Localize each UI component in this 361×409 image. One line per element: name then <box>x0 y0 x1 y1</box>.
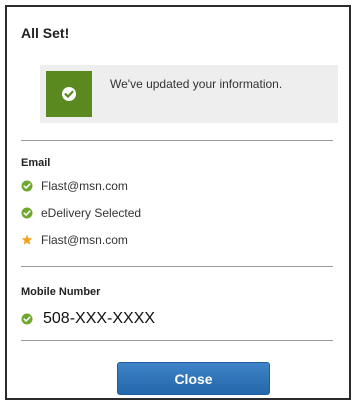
success-banner: We've updated your information. <box>40 65 338 123</box>
mobile-section-label: Mobile Number <box>21 286 101 298</box>
divider <box>21 266 333 267</box>
edelivery-status: eDelivery Selected <box>41 206 142 220</box>
check-icon <box>21 207 33 219</box>
close-button[interactable]: Close <box>117 362 270 395</box>
email-row: Flast@msn.com <box>21 179 128 193</box>
mobile-row: 508-XXX-XXXX <box>21 310 155 328</box>
check-icon <box>62 87 76 101</box>
primary-email-row: Flast@msn.com <box>21 233 128 247</box>
edelivery-row: eDelivery Selected <box>21 206 141 220</box>
star-icon <box>21 234 33 245</box>
mobile-number-value: 508-XXX-XXXX <box>43 310 156 327</box>
check-icon <box>21 180 33 192</box>
check-icon <box>21 313 33 325</box>
divider <box>21 340 333 341</box>
banner-message: We've updated your information. <box>110 77 283 91</box>
email-section-label: Email <box>21 157 51 169</box>
divider <box>21 140 333 141</box>
dialog: All Set! We've updated your information.… <box>5 5 351 400</box>
dialog-title: All Set! <box>21 25 70 41</box>
success-indicator <box>46 71 92 117</box>
email-value: Flast@msn.com <box>41 179 128 193</box>
primary-email-value: Flast@msn.com <box>41 233 128 247</box>
